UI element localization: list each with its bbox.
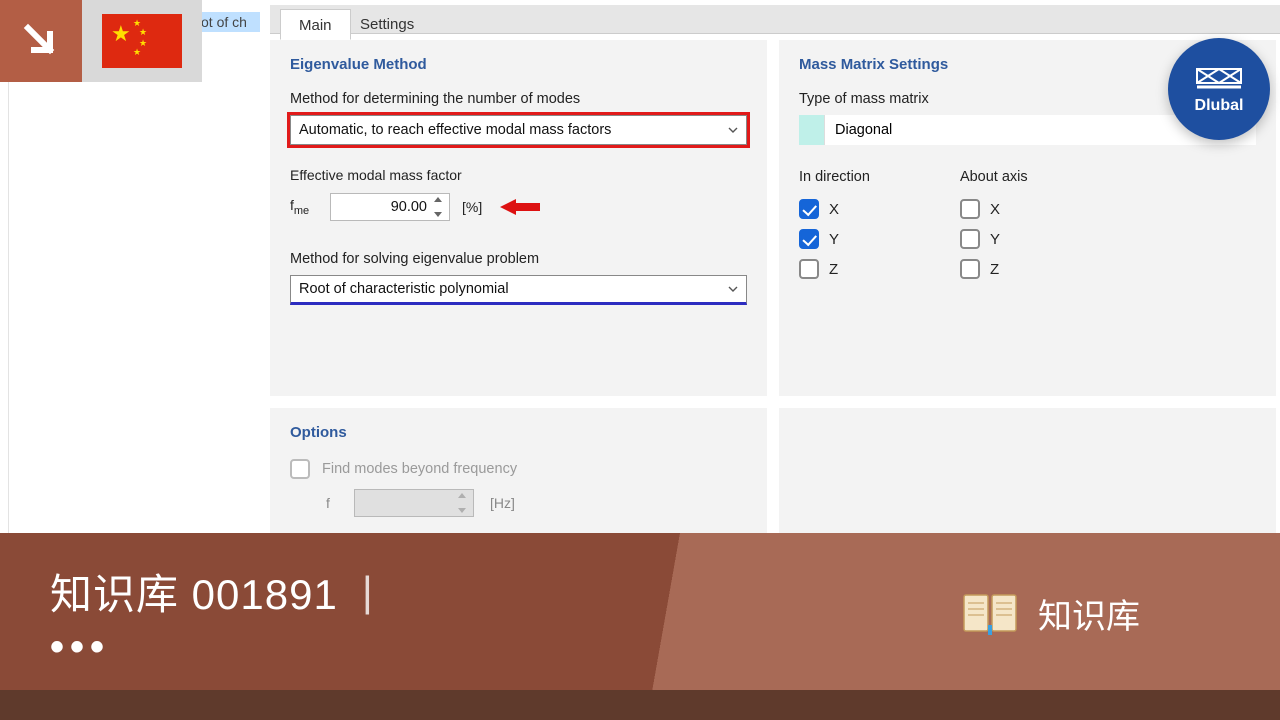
arrow-down-right-icon [20, 20, 62, 62]
spin-down-icon [458, 508, 466, 513]
spin-buttons [458, 493, 468, 513]
spin-up-icon[interactable] [434, 197, 442, 202]
options-panel: Options Find modes beyond frequency f [H… [270, 408, 767, 533]
solver-method-label: Method for solving eigenvalue problem [290, 251, 747, 267]
axis-z-checkbox[interactable] [960, 259, 980, 279]
ellipsis-icon: ••• [50, 625, 110, 670]
in-direction-header: In direction [799, 169, 870, 185]
title-band: 知识库 001891 | ••• 知识库 [0, 533, 1280, 690]
find-beyond-checkbox[interactable] [290, 459, 310, 479]
chevron-down-icon [728, 125, 738, 135]
panel-header: Options [290, 424, 747, 441]
in-direction-column: In direction X Y Z [799, 169, 870, 279]
spin-buttons[interactable] [434, 197, 444, 217]
axis-y-label: Y [990, 231, 1000, 248]
dlubal-mark-icon [1195, 63, 1243, 93]
footer-bar [0, 690, 1280, 720]
dir-y-checkbox[interactable] [799, 229, 819, 249]
dlubal-text: Dlubal [1195, 97, 1244, 115]
axis-x-checkbox[interactable] [960, 199, 980, 219]
china-flag-icon: ★ ★★★★ [102, 14, 182, 68]
band-title-left: 知识库 001891 | [50, 561, 374, 622]
freq-symbol: f [326, 495, 338, 511]
dir-y-label: Y [829, 231, 839, 248]
solver-method-dropdown[interactable]: Root of characteristic polynomial [290, 275, 747, 305]
flag-tile: ★ ★★★★ [82, 0, 202, 82]
fme-symbol: fme [290, 197, 318, 217]
band-right-group: 知识库 [962, 589, 1140, 638]
panels-row-1: Eigenvalue Method Method for determining… [270, 40, 1280, 396]
truncated-list-item[interactable]: ot of ch [198, 12, 260, 32]
direction-axis-block: In direction X Y Z About axis X Y Z [799, 169, 1256, 279]
modes-method-label: Method for determining the number of mod… [290, 91, 747, 107]
empty-panel [779, 408, 1276, 533]
freq-unit: [Hz] [490, 495, 515, 511]
tab-main[interactable]: Main [280, 9, 351, 40]
chevron-down-icon [728, 284, 738, 294]
pipe-divider: | [362, 568, 374, 616]
panels-row-2: Options Find modes beyond frequency f [H… [270, 396, 1280, 533]
tab-strip: Main Settings [270, 5, 1280, 34]
spin-up-icon [458, 493, 466, 498]
dir-z-label: Z [829, 261, 838, 278]
title-text: 知识库 001891 [50, 561, 338, 622]
axis-z-label: Z [990, 261, 999, 278]
axis-x-label: X [990, 201, 1000, 218]
attention-arrow-icon [500, 197, 540, 217]
band-title-right: 知识库 [1038, 589, 1140, 638]
dlubal-logo: Dlubal [1168, 38, 1270, 140]
main-content: Main Settings Eigenvalue Method Method f… [270, 5, 1280, 533]
modes-method-value: Automatic, to reach effective modal mass… [299, 122, 611, 138]
fme-input-row: fme 90.00 [%] [290, 193, 747, 221]
dir-x-label: X [829, 201, 839, 218]
fme-unit: [%] [462, 199, 482, 215]
about-axis-column: About axis X Y Z [960, 169, 1028, 279]
fme-label: Effective modal mass factor [290, 167, 747, 183]
solver-method-value: Root of characteristic polynomial [299, 281, 509, 297]
find-beyond-label: Find modes beyond frequency [322, 461, 517, 477]
freq-value-input [354, 489, 474, 517]
dir-z-checkbox[interactable] [799, 259, 819, 279]
spin-down-icon[interactable] [434, 212, 442, 217]
panel-header: Eigenvalue Method [290, 56, 747, 73]
modes-method-dropdown[interactable]: Automatic, to reach effective modal mass… [290, 115, 747, 145]
eigenvalue-method-panel: Eigenvalue Method Method for determining… [270, 40, 767, 396]
fme-value-input[interactable]: 90.00 [330, 193, 450, 221]
corner-tile [0, 0, 82, 82]
axis-y-checkbox[interactable] [960, 229, 980, 249]
book-icon [962, 591, 1018, 637]
fme-value: 90.00 [391, 199, 427, 215]
tab-settings[interactable]: Settings [342, 9, 432, 40]
select-swatch [799, 115, 825, 145]
about-axis-header: About axis [960, 169, 1028, 185]
dir-x-checkbox[interactable] [799, 199, 819, 219]
